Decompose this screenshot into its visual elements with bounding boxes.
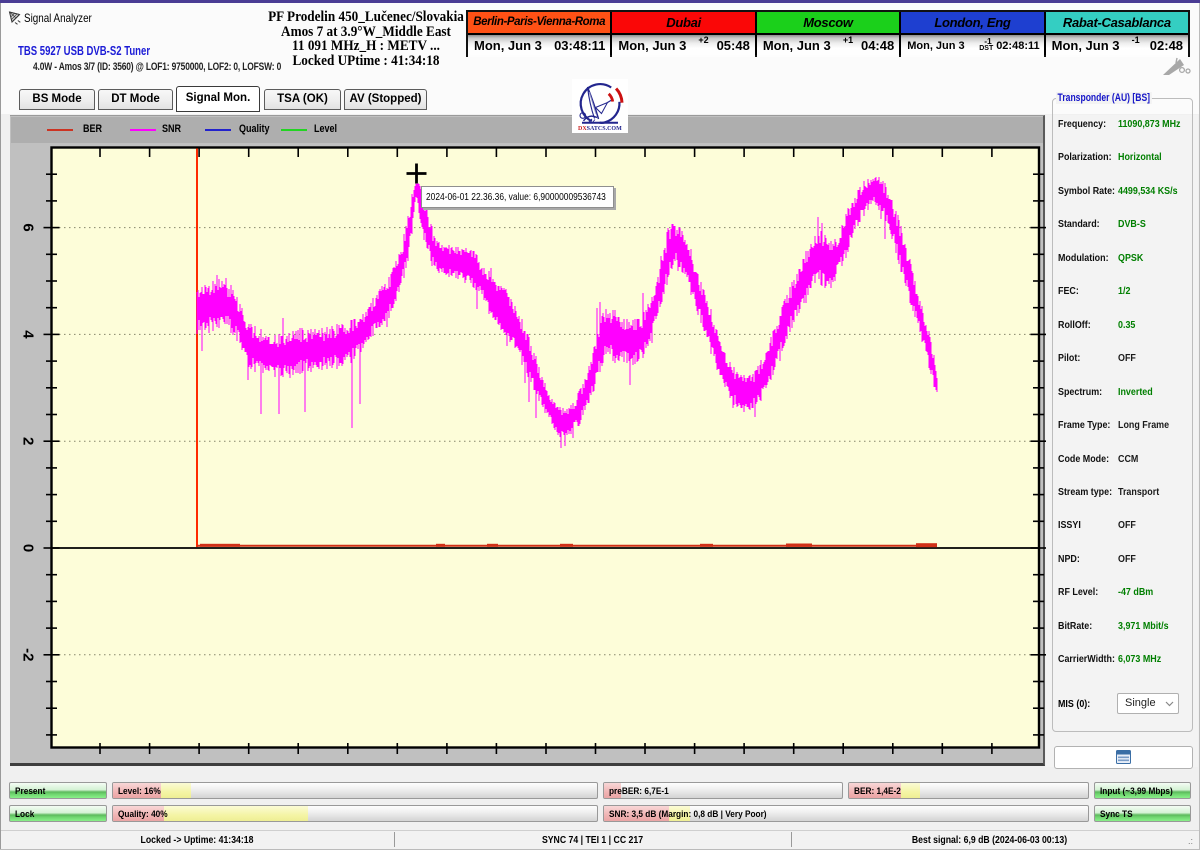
svg-text:DXSATCS.COM: DXSATCS.COM: [578, 126, 622, 132]
svg-text:2: 2: [20, 437, 37, 445]
svg-text:6: 6: [20, 223, 37, 231]
svg-text:-2: -2: [20, 648, 37, 661]
svg-text:4: 4: [20, 330, 37, 339]
svg-text:0: 0: [20, 544, 37, 552]
